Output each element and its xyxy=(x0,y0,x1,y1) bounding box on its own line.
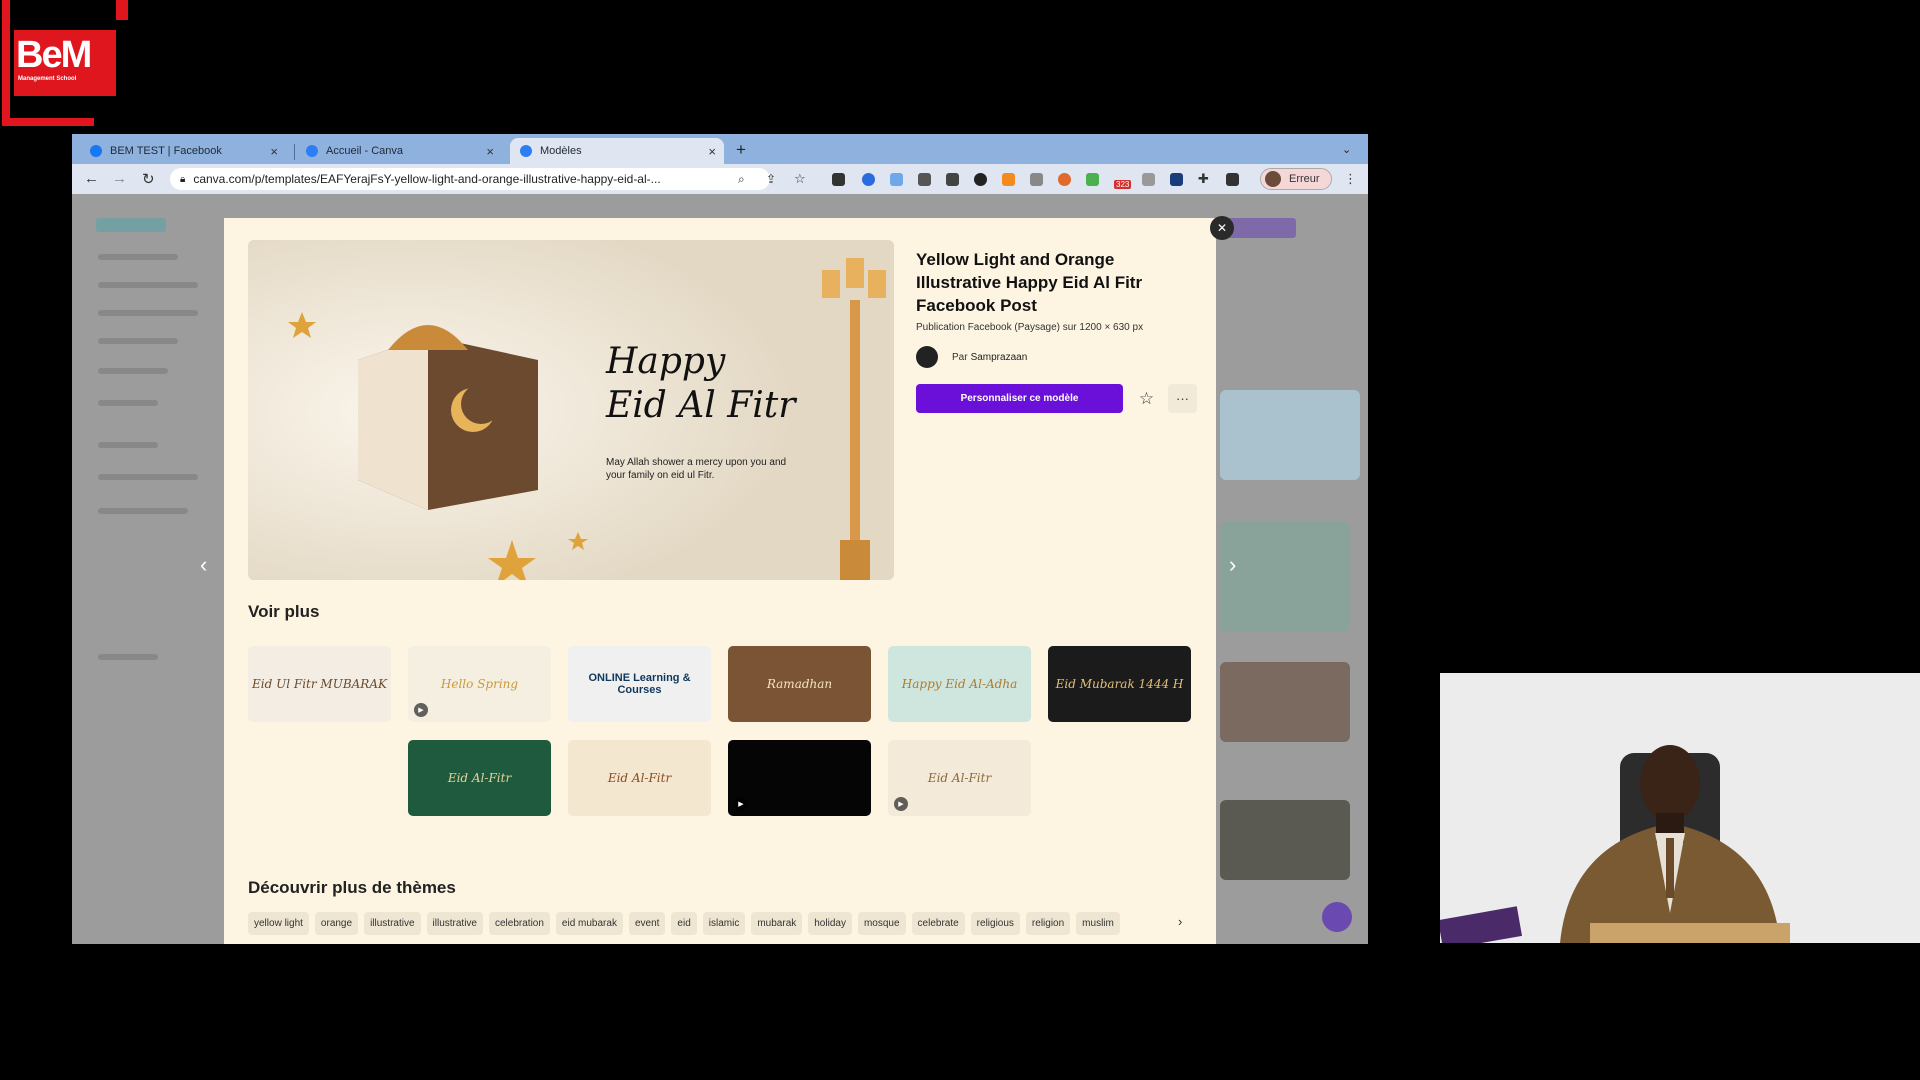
extension-icon[interactable] xyxy=(1170,173,1183,186)
theme-chip[interactable]: yellow light xyxy=(248,912,309,935)
theme-chip[interactable]: holiday xyxy=(808,912,852,935)
template-thumb-2[interactable]: Hello Spring ▶ xyxy=(408,646,551,722)
tab-bar: BEM TEST | Facebook × Accueil - Canva × … xyxy=(72,134,1368,164)
extension-icon[interactable] xyxy=(1142,173,1155,186)
author-avatar xyxy=(916,346,938,368)
tab-canva-home[interactable]: Accueil - Canva × xyxy=(296,138,502,164)
template-preview[interactable]: Happy Eid Al Fitr May Allah shower a mer… xyxy=(248,240,894,580)
extension-icon[interactable] xyxy=(1030,173,1043,186)
avatar xyxy=(1265,171,1281,187)
url-input[interactable]: 🔒︎ canva.com/p/templates/EAFYerajFsY-yel… xyxy=(170,168,770,190)
back-icon[interactable]: ← xyxy=(84,170,99,187)
close-modal-button[interactable]: ✕ xyxy=(1210,216,1234,240)
template-thumb-9[interactable]: ▶ xyxy=(728,740,871,816)
bem-logo: BeM Management School xyxy=(0,0,130,128)
template-title: Yellow Light and Orange Illustrative Hap… xyxy=(916,250,1143,315)
reload-icon[interactable]: ↻ xyxy=(142,170,155,188)
extension-icon[interactable] xyxy=(890,173,903,186)
section-title-more: Voir plus xyxy=(248,602,320,621)
preview-heading: Happy Eid Al Fitr xyxy=(606,341,796,426)
theme-chip[interactable]: eid xyxy=(671,912,697,935)
template-thumb-4[interactable]: Ramadhan xyxy=(728,646,871,722)
tab-label: Modèles xyxy=(540,145,582,157)
template-thumb-7[interactable]: Eid Al-Fitr xyxy=(408,740,551,816)
theme-chip[interactable]: muslim xyxy=(1076,912,1120,935)
chevron-right-icon[interactable]: › xyxy=(1178,914,1182,929)
extension-icon[interactable] xyxy=(946,173,959,186)
theme-chip[interactable]: islamic xyxy=(702,912,746,935)
share-icon[interactable]: ⇪ xyxy=(766,172,776,186)
extension-icon[interactable] xyxy=(918,173,931,186)
theme-chip[interactable]: celebrate xyxy=(911,912,965,935)
customize-template-button[interactable]: Personnaliser ce modèle xyxy=(916,384,1123,413)
theme-chip[interactable]: eid mubarak xyxy=(555,912,623,935)
preview-message: May Allah shower a mercy upon you and yo… xyxy=(606,457,787,481)
close-icon[interactable]: × xyxy=(708,144,716,159)
extension-icon[interactable] xyxy=(1002,173,1015,186)
play-icon: ▶ xyxy=(414,703,428,717)
more-options-icon[interactable]: ··· xyxy=(1168,384,1197,413)
theme-chip[interactable]: mubarak xyxy=(751,912,803,935)
theme-chip[interactable]: celebration xyxy=(489,912,550,935)
theme-chip[interactable]: event xyxy=(628,912,666,935)
template-thumb-5[interactable]: Happy Eid Al-Adha xyxy=(888,646,1031,722)
extension-icon[interactable] xyxy=(862,173,875,186)
canva-icon xyxy=(520,145,532,157)
tab-label: BEM TEST | Facebook xyxy=(110,145,222,157)
template-modal: Happy Eid Al Fitr May Allah shower a mer… xyxy=(224,218,1216,944)
logo-tagline: Management School xyxy=(18,76,77,82)
theme-chip[interactable]: illustrative xyxy=(364,912,421,935)
theme-chip[interactable]: orange xyxy=(314,912,359,935)
play-icon: ▶ xyxy=(734,797,748,811)
chevron-right-icon[interactable]: › xyxy=(1229,552,1236,578)
theme-chip[interactable]: illustrative xyxy=(426,912,483,935)
new-tab-button[interactable]: + xyxy=(736,140,746,160)
author-name[interactable]: Samprazaan xyxy=(971,352,1028,363)
profile-button[interactable]: Erreur xyxy=(1260,168,1332,190)
favorite-star-icon[interactable]: ☆ xyxy=(1132,384,1161,413)
template-thumb-1[interactable]: Eid Ul Fitr MUBARAK xyxy=(248,646,391,722)
extension-badge[interactable]: 323 xyxy=(1114,180,1132,189)
chevron-down-icon[interactable]: ⌄ xyxy=(1342,143,1351,156)
puzzle-icon[interactable]: ✚ xyxy=(1198,171,1209,187)
template-thumb-10[interactable]: Eid Al-Fitr ▶ xyxy=(888,740,1031,816)
template-subtitle: Publication Facebook (Paysage) sur 1200 … xyxy=(916,322,1144,333)
theme-chip[interactable]: religious xyxy=(970,912,1020,935)
theme-chip[interactable]: mosque xyxy=(857,912,906,935)
bookmark-star-icon[interactable]: ☆ xyxy=(794,171,806,187)
facebook-icon xyxy=(90,145,102,157)
lock-icon: 🔒︎ xyxy=(180,173,186,185)
extension-icon[interactable] xyxy=(974,173,987,186)
section-title-themes: Découvrir plus de thèmes xyxy=(248,878,456,897)
forward-icon[interactable]: → xyxy=(112,170,127,187)
address-bar: ← → ↻ 🔒︎ canva.com/p/templates/EAFYerajF… xyxy=(72,164,1368,194)
play-icon: ▶ xyxy=(894,797,908,811)
tab-facebook[interactable]: BEM TEST | Facebook × xyxy=(80,138,286,164)
profile-label: Erreur xyxy=(1289,173,1320,185)
extension-icon[interactable] xyxy=(832,173,845,186)
theme-chips: yellow light orange illustrative illustrati… xyxy=(248,912,1120,935)
canva-icon xyxy=(306,145,318,157)
tab-label: Accueil - Canva xyxy=(326,145,404,157)
chevron-left-icon[interactable]: ‹ xyxy=(200,552,207,578)
close-icon[interactable]: × xyxy=(486,144,494,159)
close-icon[interactable]: × xyxy=(270,144,278,159)
url-text: canva.com/p/templates/EAFYerajFsY-yellow… xyxy=(193,172,661,186)
author-link[interactable]: Par Samprazaan xyxy=(916,346,1027,368)
webcam-video xyxy=(1440,673,1920,943)
template-thumb-6[interactable]: Eid Mubarak 1444 H xyxy=(1048,646,1191,722)
kebab-menu-icon[interactable]: ⋮ xyxy=(1344,171,1357,187)
sidepanel-icon[interactable] xyxy=(1226,173,1239,186)
template-thumb-3[interactable]: ONLINE Learning & Courses xyxy=(568,646,711,722)
browser-window: BEM TEST | Facebook × Accueil - Canva × … xyxy=(72,134,1368,944)
logo-text: BeM xyxy=(16,34,92,76)
theme-chip[interactable]: religion xyxy=(1025,912,1071,935)
extension-icon[interactable] xyxy=(1058,173,1071,186)
zoom-icon[interactable]: ⌕ xyxy=(738,172,745,187)
tab-modeles[interactable]: Modèles × xyxy=(510,138,724,164)
author-prefix: Par xyxy=(952,351,968,363)
extension-icon[interactable] xyxy=(1086,173,1099,186)
template-thumb-8[interactable]: Eid Al-Fitr xyxy=(568,740,711,816)
